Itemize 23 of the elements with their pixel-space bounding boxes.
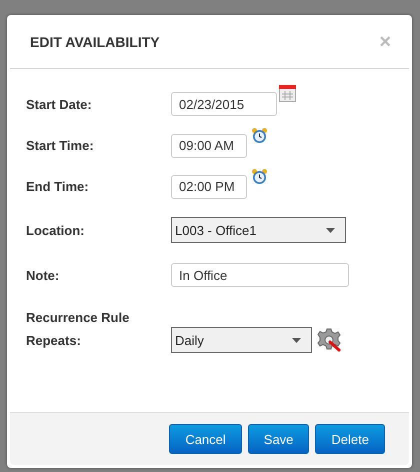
dialog-button[interactable]: Save	[248, 424, 310, 454]
field-label: Start Time:	[26, 138, 95, 153]
field-label: Repeats:	[26, 332, 82, 348]
dialog-button[interactable]: Cancel	[169, 424, 242, 454]
caret-icon	[292, 338, 301, 342]
time-field[interactable]: 09:00 AM	[171, 134, 247, 158]
caret-icon	[326, 228, 335, 232]
location-dropdown[interactable]: L003 - Office1	[171, 217, 346, 243]
note-field[interactable]: In Office	[171, 263, 349, 287]
alarm-clock-icon[interactable]	[251, 168, 268, 185]
time-field[interactable]: 02:00 PM	[171, 174, 247, 198]
field-label: Location:	[26, 222, 86, 238]
field-label: End Time:	[26, 179, 90, 194]
dialog-button[interactable]: Delete	[315, 424, 385, 454]
repeats-dropdown[interactable]: Daily	[171, 327, 312, 353]
gear-icon[interactable]	[317, 328, 341, 352]
date-field[interactable]: 02/23/2015	[171, 92, 277, 116]
field-label: Start Date:	[26, 96, 93, 112]
calendar-icon[interactable]	[279, 85, 296, 102]
alarm-clock-icon[interactable]	[251, 127, 268, 144]
dialog-title: EDIT AVAILABILITY	[30, 34, 160, 50]
section-heading: Recurrence Rule	[26, 310, 130, 325]
field-label: Note:	[26, 268, 60, 282]
